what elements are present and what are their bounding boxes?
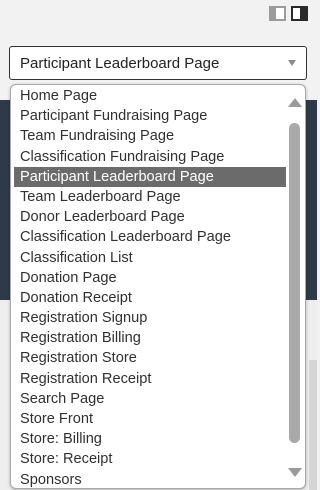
dropdown-option[interactable]: Registration Receipt <box>14 369 286 389</box>
scroll-down-arrow-icon[interactable] <box>288 468 302 477</box>
dropdown-option[interactable]: Classification Leaderboard Page <box>14 227 286 247</box>
dropdown-option[interactable]: Team Leaderboard Page <box>14 187 286 207</box>
dropdown-option[interactable]: Home Page <box>14 86 286 106</box>
dropdown-option[interactable]: Donation Page <box>14 268 286 288</box>
dropdown-option[interactable]: Store: Receipt <box>14 449 286 469</box>
dropdown-scrollbar[interactable] <box>287 95 302 480</box>
chevron-down-icon[interactable] <box>288 60 296 66</box>
page-type-select[interactable]: Participant Leaderboard Page <box>9 46 307 80</box>
dropdown-option[interactable]: Registration Signup <box>14 308 286 328</box>
page-type-dropdown: Home Page Participant Fundraising Page Tea… <box>10 84 306 489</box>
dropdown-option[interactable]: Search Page <box>14 389 286 409</box>
scroll-up-arrow-icon[interactable] <box>288 98 302 107</box>
dropdown-option[interactable]: Classification Fundraising Page <box>14 147 286 167</box>
scrollbar-thumb[interactable] <box>289 123 300 443</box>
layout-sidebar-left-icon[interactable] <box>269 6 286 21</box>
dropdown-option[interactable]: Store: Billing <box>14 429 286 449</box>
page-scrollbar[interactable] <box>309 360 317 490</box>
dropdown-option[interactable]: Participant Fundraising Page <box>14 106 286 126</box>
dropdown-option[interactable]: Registration Billing <box>14 328 286 348</box>
select-value: Participant Leaderboard Page <box>20 55 220 72</box>
dropdown-option[interactable]: Registration Store <box>14 348 286 368</box>
dropdown-option[interactable]: Participant Leaderboard Page <box>14 166 286 187</box>
layout-toggle <box>269 6 308 21</box>
dropdown-option[interactable]: Team Fundraising Page <box>14 126 286 146</box>
dropdown-option[interactable]: Classification List <box>14 248 286 268</box>
layout-sidebar-right-icon[interactable] <box>291 6 308 21</box>
dropdown-option[interactable]: Donor Leaderboard Page <box>14 207 286 227</box>
dropdown-option[interactable]: Sponsors <box>14 470 286 488</box>
dropdown-options-list: Home Page Participant Fundraising Page Tea… <box>14 86 286 488</box>
dropdown-option[interactable]: Store Front <box>14 409 286 429</box>
dropdown-option[interactable]: Donation Receipt <box>14 288 286 308</box>
